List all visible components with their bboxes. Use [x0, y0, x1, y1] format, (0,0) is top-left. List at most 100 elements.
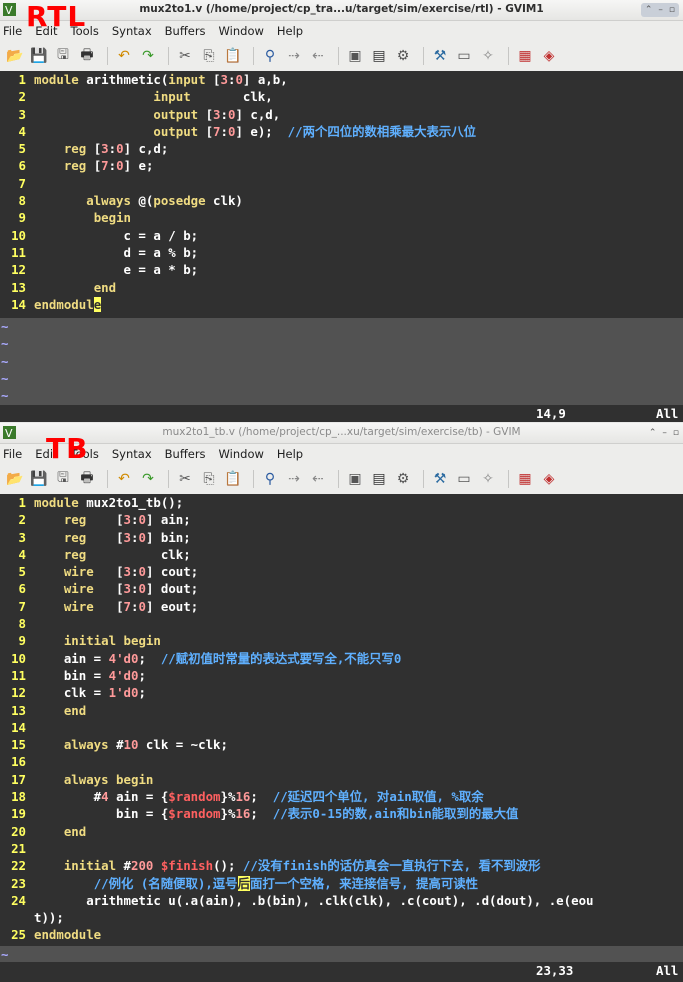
code-line[interactable]: 11 bin = 4'd0; [0, 667, 683, 684]
copy-icon[interactable]: ⎘ [199, 469, 219, 489]
menu-item-buffers[interactable]: Buffers [165, 24, 206, 38]
make-icon[interactable]: ⚒ [430, 46, 450, 66]
menu-item-file[interactable]: File [3, 447, 22, 461]
code-line[interactable]: 5 wire [3:0] cout; [0, 563, 683, 580]
save-all-icon[interactable]: 🖫 [53, 46, 73, 66]
menu-item-buffers[interactable]: Buffers [165, 447, 206, 461]
open-file-icon[interactable]: 📂 [5, 469, 25, 489]
code-line[interactable]: 4 reg clk; [0, 546, 683, 563]
title-bar[interactable]: V mux2to1.v (/home/project/cp_tra...u/ta… [0, 0, 683, 21]
menu-item-window[interactable]: Window [219, 447, 264, 461]
find-prev-icon[interactable]: ⇠ [308, 46, 328, 66]
code-line[interactable]: 12 e = a * b; [0, 261, 683, 278]
paste-icon[interactable]: 📋 [223, 469, 243, 489]
find-help-icon[interactable]: ◈ [539, 469, 559, 489]
menu-item-window[interactable]: Window [219, 24, 264, 38]
save-all-icon[interactable]: 🖫 [53, 469, 73, 489]
minimize-icon[interactable]: ⌃ [645, 3, 653, 17]
code-line[interactable]: 15 always #10 clk = ~clk; [0, 736, 683, 753]
tag-jump-icon[interactable]: ✧ [478, 469, 498, 489]
code-line[interactable]: 19 bin = {$random}%16; //表示0-15的数,ain和bi… [0, 805, 683, 822]
paste-icon[interactable]: 📋 [223, 46, 243, 66]
code-line[interactable]: 25 endmodule [0, 926, 683, 943]
menu-item-help[interactable]: Help [277, 447, 303, 461]
close-icon[interactable]: ▫ [673, 426, 679, 440]
menu-item-syntax[interactable]: Syntax [112, 24, 152, 38]
undo-icon[interactable]: ↶ [114, 46, 134, 66]
code-line[interactable]: 18 #4 ain = {$random}%16; //延迟四个单位, 对ain… [0, 788, 683, 805]
code-line[interactable]: 1 module arithmetic(input [3:0] a,b, [0, 71, 683, 88]
code-line[interactable]: 16 [0, 753, 683, 770]
help-icon[interactable]: ▦ [515, 469, 535, 489]
code-line[interactable]: 13 end [0, 279, 683, 296]
code-line[interactable]: 6 wire [3:0] dout; [0, 580, 683, 597]
window-control-icon[interactable]: – [658, 3, 663, 17]
print-icon[interactable]: 🖶 [77, 469, 97, 489]
open-file-icon[interactable]: 📂 [5, 46, 25, 66]
code-line[interactable]: 4 output [7:0] e); //两个四位的数相乘最大表示八位 [0, 123, 683, 140]
code-line[interactable]: t)); [0, 909, 683, 926]
redo-icon[interactable]: ↷ [138, 46, 158, 66]
find-replace-icon[interactable]: ⚲ [260, 469, 280, 489]
code-line[interactable]: 7 [0, 175, 683, 192]
copy-icon[interactable]: ⎘ [199, 46, 219, 66]
code-line[interactable]: 14 endmodule [0, 296, 683, 313]
gvim-window-tb[interactable]: V mux2to1_tb.v (/home/project/cp_...xu/t… [0, 423, 683, 982]
code-line[interactable]: 14 [0, 719, 683, 736]
shell-icon[interactable]: ▭ [454, 469, 474, 489]
code-line[interactable]: 5 reg [3:0] c,d; [0, 140, 683, 157]
shell-icon[interactable]: ▭ [454, 46, 474, 66]
code-editor[interactable]: 1 module arithmetic(input [3:0] a,b, 2 inp… [0, 71, 683, 318]
save-session-icon[interactable]: ▤ [369, 46, 389, 66]
code-line[interactable]: 9 initial begin [0, 632, 683, 649]
find-replace-icon[interactable]: ⚲ [260, 46, 280, 66]
save-icon[interactable]: 💾 [29, 469, 49, 489]
print-icon[interactable]: 🖶 [77, 46, 97, 66]
code-line[interactable]: 12 clk = 1'd0; [0, 684, 683, 701]
menu-item-help[interactable]: Help [277, 24, 303, 38]
find-next-icon[interactable]: ⇢ [284, 46, 304, 66]
window-control-icon[interactable]: – [662, 426, 667, 440]
save-session-icon[interactable]: ▤ [369, 469, 389, 489]
code-line[interactable]: 3 reg [3:0] bin; [0, 529, 683, 546]
code-line[interactable]: 6 reg [7:0] e; [0, 157, 683, 174]
tag-jump-icon[interactable]: ✧ [478, 46, 498, 66]
help-icon[interactable]: ▦ [515, 46, 535, 66]
run-script-icon[interactable]: ⚙ [393, 469, 413, 489]
code-line[interactable]: 11 d = a % b; [0, 244, 683, 261]
menu-item-file[interactable]: File [3, 24, 22, 38]
code-line[interactable]: 7 wire [7:0] eout; [0, 598, 683, 615]
code-line[interactable]: 10 ain = 4'd0; //赋初值时常量的表达式要写全,不能只写0 [0, 650, 683, 667]
code-line[interactable]: 10 c = a / b; [0, 227, 683, 244]
load-session-icon[interactable]: ▣ [345, 46, 365, 66]
code-line[interactable]: 2 input clk, [0, 88, 683, 105]
code-line[interactable]: 1 module mux2to1_tb(); [0, 494, 683, 511]
run-script-icon[interactable]: ⚙ [393, 46, 413, 66]
code-line[interactable]: 21 [0, 840, 683, 857]
code-line[interactable]: 9 begin [0, 209, 683, 226]
code-line[interactable]: 2 reg [3:0] ain; [0, 511, 683, 528]
minimize-icon[interactable]: ⌃ [649, 426, 657, 440]
code-line[interactable]: 23 //例化 (名随便取),逗号后面打一个空格, 来连接信号, 提高可读性 [0, 875, 683, 892]
code-line[interactable]: 24 arithmetic u(.a(ain), .b(bin), .clk(c… [0, 892, 683, 909]
find-prev-icon[interactable]: ⇠ [308, 469, 328, 489]
code-line[interactable]: 3 output [3:0] c,d, [0, 106, 683, 123]
save-icon[interactable]: 💾 [29, 46, 49, 66]
find-help-icon[interactable]: ◈ [539, 46, 559, 66]
cut-icon[interactable]: ✂ [175, 46, 195, 66]
code-line[interactable]: 22 initial #200 $finish(); //没有finish的话仿… [0, 857, 683, 874]
code-line[interactable]: 8 always @(posedge clk) [0, 192, 683, 209]
menu-item-syntax[interactable]: Syntax [112, 447, 152, 461]
gvim-window-rtl[interactable]: V mux2to1.v (/home/project/cp_tra...u/ta… [0, 0, 683, 422]
code-editor[interactable]: 1 module mux2to1_tb(); 2 reg [3:0] ain; 3 r… [0, 494, 683, 946]
redo-icon[interactable]: ↷ [138, 469, 158, 489]
close-icon[interactable]: ▫ [669, 3, 675, 17]
code-line[interactable]: 13 end [0, 702, 683, 719]
undo-icon[interactable]: ↶ [114, 469, 134, 489]
code-line[interactable]: 8 [0, 615, 683, 632]
cut-icon[interactable]: ✂ [175, 469, 195, 489]
code-line[interactable]: 20 end [0, 823, 683, 840]
code-line[interactable]: 17 always begin [0, 771, 683, 788]
make-icon[interactable]: ⚒ [430, 469, 450, 489]
find-next-icon[interactable]: ⇢ [284, 469, 304, 489]
